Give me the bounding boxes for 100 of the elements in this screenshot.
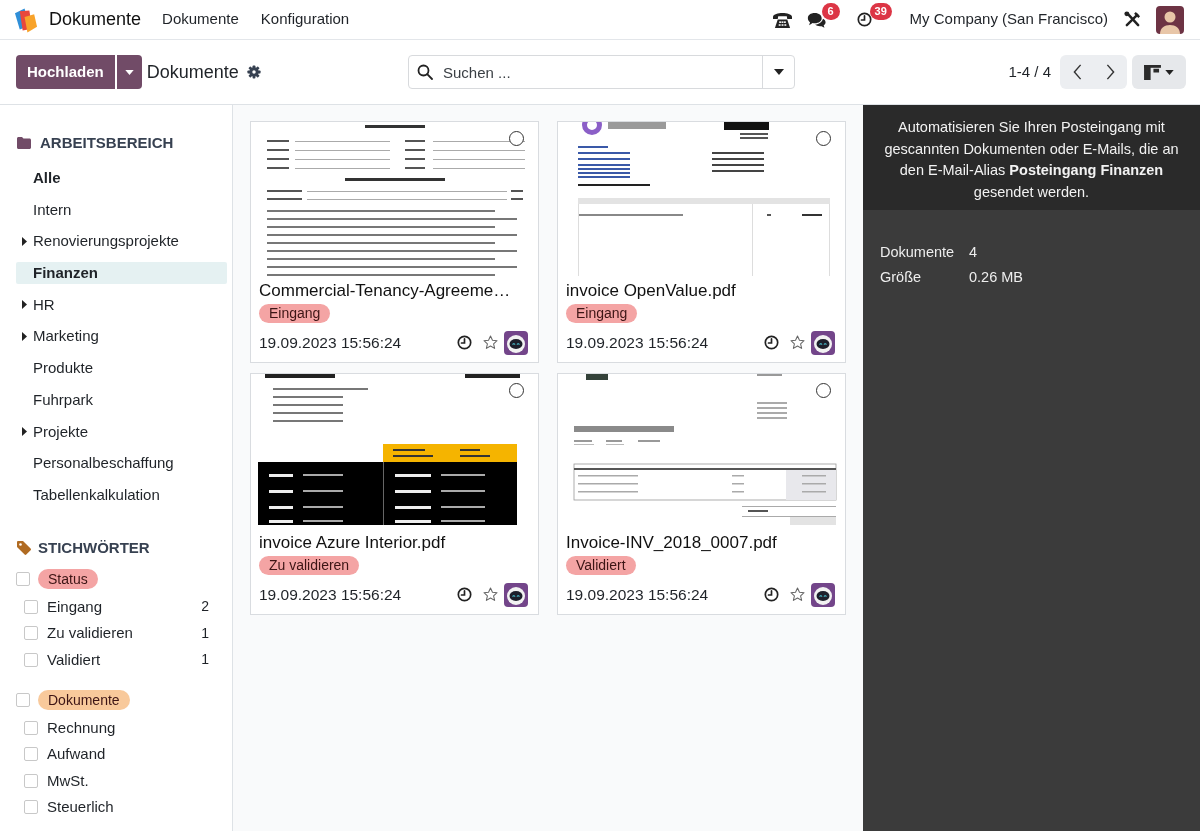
upload-options-button[interactable] xyxy=(116,55,142,89)
robot-avatar-icon xyxy=(811,582,835,607)
document-card[interactable]: invoice OpenValue.pdf Eingang 19.09.2023 15:56:24 xyxy=(557,121,846,363)
document-card[interactable]: Invoice-INV_2018_0007.pdf Validiert 19.09.2023 15:56:24 xyxy=(557,373,846,615)
stat-value: 4 xyxy=(969,243,978,262)
section-heading: STICHWÖRTER xyxy=(38,537,150,558)
search-icon xyxy=(417,64,433,80)
next-page-button[interactable] xyxy=(1093,55,1127,89)
search-input[interactable]: Suchen ... xyxy=(443,60,762,84)
app-name[interactable]: Dokumente xyxy=(49,6,142,33)
tag-filter-label[interactable]: MwSt. xyxy=(47,769,89,793)
checkbox[interactable] xyxy=(24,652,38,667)
tag-count: 2 xyxy=(201,597,209,617)
tag-filter-label[interactable]: Steuerlich xyxy=(47,796,114,819)
folder-item[interactable]: Renovierungsprojekte xyxy=(16,230,227,253)
view-switcher-button[interactable] xyxy=(1132,55,1186,89)
tag-group-label[interactable]: Dokumente xyxy=(38,689,130,710)
activity-count-badge: 39 xyxy=(869,2,892,20)
document-date: 19.09.2023 15:56:24 xyxy=(566,332,709,353)
robot-avatar-icon xyxy=(811,330,835,355)
clock-icon[interactable] xyxy=(764,335,779,350)
tag-filter-label[interactable]: Aufwand xyxy=(47,743,106,766)
caret-icon[interactable] xyxy=(22,427,27,436)
document-title[interactable]: invoice Azure Interior.pdf xyxy=(259,532,528,554)
folder-item[interactable]: HR xyxy=(16,293,227,316)
document-title[interactable]: Invoice-INV_2018_0007.pdf xyxy=(566,532,835,554)
caret-icon xyxy=(1165,69,1174,75)
clock-icon[interactable] xyxy=(457,587,472,602)
document-tag: Validiert xyxy=(566,556,636,575)
chat-icon[interactable] xyxy=(806,11,826,28)
tag-filter-label[interactable]: Eingang xyxy=(47,595,103,619)
folder-item[interactable]: Alle xyxy=(16,167,227,189)
select-circle[interactable] xyxy=(816,383,831,398)
document-card[interactable]: Commercial-Tenancy-Agreeme… Eingang 19.09.2023 15:56:24 xyxy=(250,121,539,363)
stat-label: Dokumente xyxy=(880,243,956,262)
chevron-left-icon xyxy=(1072,64,1082,80)
checkbox[interactable] xyxy=(24,773,38,788)
star-icon[interactable] xyxy=(483,587,498,602)
kanban-view-icon xyxy=(1144,64,1161,80)
document-tag: Zu validieren xyxy=(259,556,360,575)
checkbox[interactable] xyxy=(16,571,30,586)
caret-icon[interactable] xyxy=(22,300,27,310)
tag-count: 1 xyxy=(201,623,209,643)
document-title[interactable]: Commercial-Tenancy-Agreeme… xyxy=(259,280,528,302)
folder-item[interactable]: Marketing xyxy=(16,325,227,348)
checkbox[interactable] xyxy=(24,800,38,815)
company-switcher[interactable]: My Company (San Francisco) xyxy=(909,8,1108,31)
star-icon[interactable] xyxy=(790,587,805,602)
tag-filter-label[interactable]: Validiert xyxy=(47,648,101,672)
caret-icon[interactable] xyxy=(22,236,27,246)
document-date: 19.09.2023 15:56:24 xyxy=(259,332,402,353)
previous-page-button[interactable] xyxy=(1060,55,1094,89)
search-bar[interactable]: Suchen ... xyxy=(408,55,795,89)
checkbox[interactable] xyxy=(16,692,30,707)
checkbox[interactable] xyxy=(24,720,38,735)
tools-icon[interactable] xyxy=(1124,11,1141,28)
checkbox[interactable] xyxy=(24,747,38,762)
star-icon[interactable] xyxy=(483,335,498,350)
document-tag: Eingang xyxy=(259,304,331,323)
folder-item[interactable]: Personalbeschaffung xyxy=(16,452,227,475)
document-title[interactable]: invoice OpenValue.pdf xyxy=(566,280,835,302)
tag-filter-label[interactable]: Rechnung xyxy=(47,716,116,740)
folder-item[interactable]: Projekte xyxy=(16,420,227,443)
document-tag: Eingang xyxy=(566,304,638,323)
tag-group-label[interactable]: Status xyxy=(38,568,98,589)
chevron-right-icon xyxy=(1105,64,1115,80)
folder-item[interactable]: Fuhrpark xyxy=(16,388,227,411)
clock-icon[interactable] xyxy=(856,12,872,27)
upload-button[interactable]: Hochladen xyxy=(16,55,115,89)
document-card[interactable]: invoice Azure Interior.pdf Zu validieren 19.09.2023 15:56:24 xyxy=(250,373,539,615)
document-date: 19.09.2023 15:56:24 xyxy=(566,584,709,605)
user-avatar-icon[interactable] xyxy=(1156,5,1184,34)
section-heading: ARBEITSBEREICH xyxy=(40,132,174,153)
checkbox[interactable] xyxy=(24,599,38,614)
tag-count: 1 xyxy=(201,650,209,670)
folder-item[interactable]: Tabellenkalkulation xyxy=(16,483,227,506)
tag-icon xyxy=(17,540,31,555)
phone-icon[interactable] xyxy=(771,10,793,29)
star-icon[interactable] xyxy=(790,335,805,350)
clock-icon[interactable] xyxy=(764,587,779,602)
caret-icon[interactable] xyxy=(22,331,27,341)
menu-item[interactable]: Dokumente xyxy=(151,8,250,31)
checkbox[interactable] xyxy=(24,626,38,641)
robot-avatar-icon xyxy=(504,582,528,607)
caret-icon xyxy=(773,69,784,75)
gear-icon[interactable] xyxy=(246,65,261,79)
stat-value: 0.26 MB xyxy=(969,268,1023,287)
alias-help-text: Automatisieren Sie Ihren Posteingang mit gescannten Dokumenten oder E-Mails, die an den E-Mail-Alias Posteingang Finanzen gesendet werden. xyxy=(883,118,1180,203)
select-circle[interactable] xyxy=(509,131,524,146)
select-circle[interactable] xyxy=(816,131,831,146)
app-logo-icon[interactable] xyxy=(14,6,38,33)
clock-icon[interactable] xyxy=(457,335,472,350)
select-circle[interactable] xyxy=(509,383,524,398)
menu-item[interactable]: Konfiguration xyxy=(249,8,361,31)
folder-item[interactable]: Intern xyxy=(16,198,227,221)
pager-value[interactable]: 1-4 / 4 xyxy=(1008,60,1051,84)
folder-item[interactable]: Produkte xyxy=(16,357,227,380)
tag-filter-label[interactable]: Zu validieren xyxy=(47,622,133,645)
breadcrumb-title: Dokumente xyxy=(146,60,239,84)
folder-item[interactable]: Finanzen xyxy=(16,262,227,285)
